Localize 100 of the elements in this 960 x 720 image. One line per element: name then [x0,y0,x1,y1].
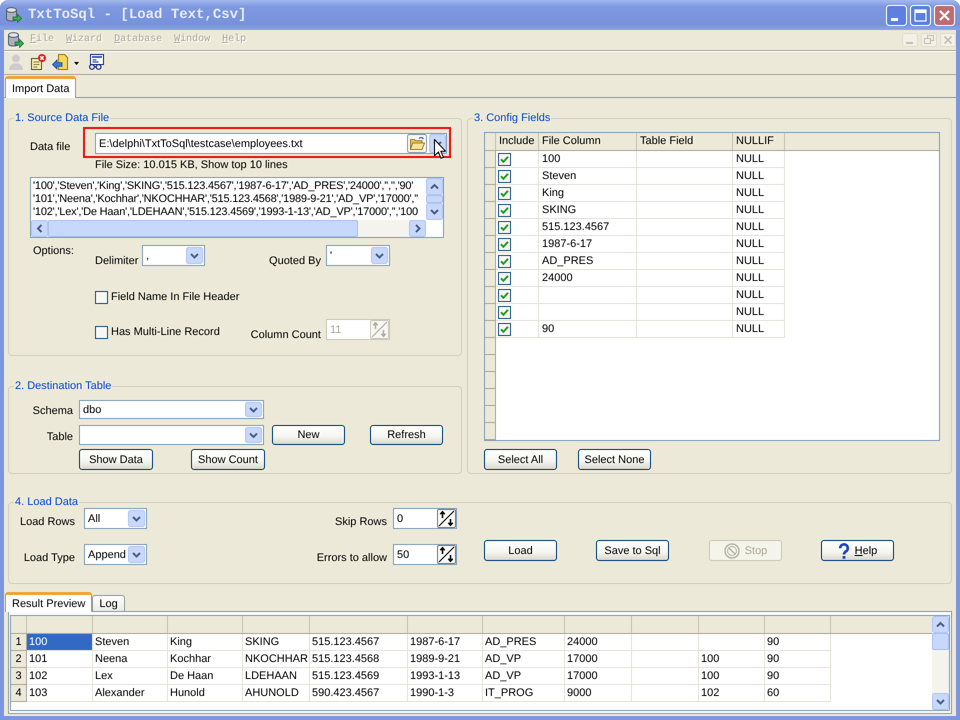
table-cell: AD_PRES [483,634,565,651]
spin-arrows-icon[interactable] [437,545,456,564]
refresh-button[interactable]: Refresh [370,425,443,445]
row-number: 3 [11,668,27,685]
column-header[interactable]: Table Field [637,133,733,150]
errors-to-allow-field[interactable]: 50 [393,544,457,565]
load-rows-dropdown[interactable]: All [84,508,147,529]
table-cell: AHUNOLD [243,685,310,702]
select-all-button[interactable]: Select All [484,449,557,470]
column-header[interactable]: NULLIF [733,133,785,150]
field-label: Column Count [250,329,322,342]
window-title: TxtToSql - [Load Text,Csv] [28,7,246,23]
table-dropdown[interactable] [79,425,264,445]
row-number: 4 [11,685,27,702]
table-cell: 101 [27,651,93,668]
delimiter-dropdown[interactable]: , [142,245,205,266]
checkbox[interactable] [498,152,511,166]
save-to-sql-button[interactable]: Save to Sql [596,540,669,561]
table-cell: 102 [27,668,93,685]
checkbox-label[interactable]: Field Name In File Header [111,291,240,304]
horizontal-scrollbar[interactable] [31,220,426,237]
checkbox[interactable] [498,322,511,336]
table-cell: Steven [539,168,637,185]
checkbox-label[interactable]: Has Multi-Line Record [111,326,220,339]
table-cell: AD_PRES [539,253,637,270]
checkbox[interactable] [498,254,511,268]
show-data-button[interactable]: Show Data [79,449,153,470]
table-cell: 100 [27,634,93,651]
field-label: Data file [30,140,72,155]
table-cell: 100 [699,668,765,685]
file-info-text: File Size: 10.015 KB, Show top 10 lines [95,159,289,172]
checkbox[interactable] [498,288,511,302]
load-button[interactable]: Load [484,540,557,561]
document-arrow-icon[interactable] [52,54,68,70]
help-button[interactable]: Help [821,540,894,561]
maximize-icon[interactable] [910,4,931,26]
scrollbar-thumb[interactable] [932,633,949,650]
table-cell: Steven [93,634,168,651]
checkbox[interactable] [95,326,108,339]
tab[interactable]: Result Preview [5,592,92,612]
column-header[interactable]: Include [496,133,539,150]
table-cell: 90 [765,634,831,651]
table-cell: Kochhar [168,651,243,668]
select-none-button[interactable]: Select None [578,449,651,470]
page-delete-icon[interactable] [30,54,46,70]
tab[interactable]: Log [92,595,125,611]
text-preview-field[interactable] [30,177,444,238]
checkbox[interactable] [498,170,511,182]
skip-rows-field[interactable]: 0 [393,508,457,529]
vertical-scrollbar[interactable] [426,178,443,220]
schema-dropdown[interactable]: dbo [79,400,264,419]
table-cell: NULL [733,202,785,219]
table-cell: 103 [27,685,93,702]
caret-icon[interactable] [74,62,79,64]
table-cell: Hunold [168,685,243,702]
checkbox[interactable] [498,220,511,234]
group-title: 1. Source Data File [14,111,110,125]
row-number: 1 [11,634,27,651]
field-label: Schema [32,404,73,418]
table-cell: AD_VP [483,668,565,685]
checkbox[interactable] [498,204,511,216]
show-count-button[interactable]: Show Count [191,449,265,470]
database-icon[interactable] [8,32,24,48]
table-cell: Neena [93,651,168,668]
new-button[interactable]: New [272,425,345,445]
checkbox[interactable] [498,238,511,250]
field-label: Table [46,430,73,444]
column-header[interactable]: File Column [539,133,637,150]
table-cell: 102 [699,685,765,702]
table-cell: NULL [733,236,785,253]
scrollbar-thumb[interactable] [426,195,443,203]
table-cell: 90 [765,651,831,668]
table-cell: 1990-1-3 [408,685,483,702]
table-cell: AD_VP [483,651,565,668]
quote-dropdown[interactable]: ' [326,245,390,266]
table-cell: NULL [733,219,785,236]
table-cell: 515.123.4567 [539,219,637,236]
table-cell: 24000 [539,270,637,287]
table-cell: SKING [539,202,637,219]
table-cell: 1993-1-13 [408,668,483,685]
field-label: Delimiter [95,255,140,268]
checkbox[interactable] [498,186,511,200]
table-cell: Alexander [93,685,168,702]
open-folder-icon[interactable] [407,134,427,153]
table-cell: 60 [765,685,831,702]
table-cell: 17000 [565,651,632,668]
table-cell: 90 [765,668,831,685]
config-grid[interactable]: Include File Column Table Field NULLIF 100 NULL Steven NULL King NULL SKING NULL 515.123.4567 NULL 1987-6-17 NULL AD_PRES NULL 24000 NULL NULL NULL 90 NULL [484,132,940,441]
monitor-glasses-icon[interactable] [88,54,104,70]
scrollbar-thumb[interactable] [48,220,358,237]
table-cell: 100 [699,651,765,668]
field-label: Skip Rows [334,516,388,529]
checkbox[interactable] [498,306,511,318]
tab[interactable]: Import Data [5,76,76,98]
spin-arrows-icon[interactable] [437,509,456,528]
checkbox[interactable] [95,291,108,304]
table-cell: 90 [539,321,637,338]
load-type-dropdown[interactable]: Append [84,544,147,565]
vertical-scrollbar[interactable] [932,616,949,710]
checkbox[interactable] [498,272,511,284]
